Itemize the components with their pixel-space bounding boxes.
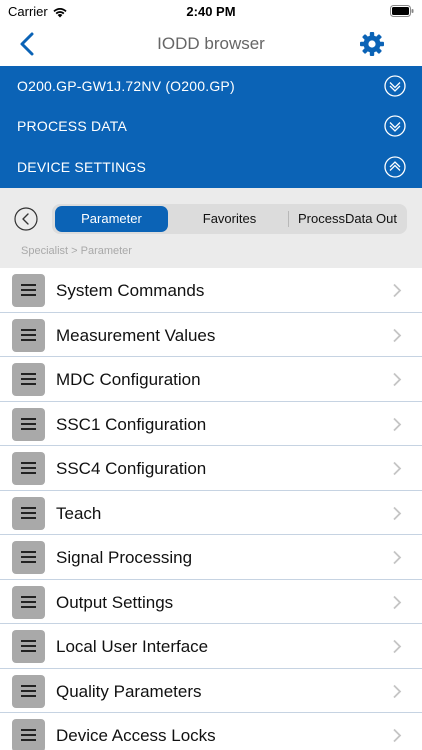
double-chevron-down-icon [384, 115, 406, 137]
breadcrumb: Specialist > Parameter [21, 245, 132, 257]
chevron-right-icon [393, 417, 402, 431]
circle-chevron-left-icon [14, 207, 38, 231]
chevron-right-icon [393, 595, 402, 609]
list-item-label: System Commands [56, 281, 205, 300]
battery-icon [390, 5, 414, 17]
process-data-row[interactable]: PROCESS DATA [0, 106, 422, 146]
chevron-right-icon [393, 550, 402, 565]
double-chevron-up-icon [384, 156, 406, 178]
menu-icon [12, 585, 45, 619]
menu-icon [12, 674, 45, 708]
list-item-output-settings[interactable]: Output Settings [0, 579, 422, 624]
device-settings-row[interactable]: DEVICE SETTINGS [0, 147, 422, 187]
gear-icon [360, 32, 384, 56]
list-item-label: Output Settings [56, 592, 174, 612]
menu-icon [12, 452, 45, 485]
navigation-bar: IODD browser [0, 22, 422, 66]
menu-icon [12, 541, 45, 574]
list-item-label: Teach [56, 503, 102, 523]
list-item-label: Device Access Locks [56, 726, 216, 745]
list-item-label: Quality Parameters [56, 681, 202, 701]
list-item-local-user-interface[interactable]: Local User Interface [0, 624, 422, 669]
chevron-right-icon [393, 461, 402, 476]
list-item-label: MDC Configuration [56, 370, 201, 389]
menu-icon [12, 496, 45, 530]
list-item-quality-parameters[interactable]: Quality Parameters [0, 668, 422, 713]
chevron-right-icon [393, 328, 402, 342]
device-settings-label: DEVICE SETTINGS [17, 159, 147, 175]
segment-back-button[interactable] [14, 207, 38, 231]
chevron-right-icon [393, 506, 402, 520]
double-chevron-down-icon [384, 75, 406, 97]
status-time: 2:40 PM [186, 4, 236, 19]
tab-favorites[interactable]: Favorites [172, 204, 287, 234]
list-item-measurement-values[interactable]: Measurement Values [0, 312, 422, 357]
list-item-ssc4-configuration[interactable]: SSC4 Configuration [0, 446, 422, 491]
list-item-device-access-locks[interactable]: Device Access Locks [0, 713, 422, 750]
menu-icon [12, 363, 45, 396]
menu-icon [12, 630, 45, 663]
chevron-right-icon [393, 684, 402, 698]
parameter-menu-list: System Commands Measurement Values MDC C… [0, 268, 422, 750]
list-item-label: SSC4 Configuration [56, 459, 207, 478]
list-item-label: Signal Processing [56, 548, 193, 567]
menu-icon [12, 407, 45, 441]
list-item-mdc-configuration[interactable]: MDC Configuration [0, 357, 422, 402]
collapse-device-settings-button[interactable] [384, 156, 406, 178]
list-item-ssc1-configuration[interactable]: SSC1 Configuration [0, 401, 422, 446]
tab-bar-area: Parameter Favorites ProcessData Out Spec… [0, 188, 422, 268]
expand-device-button[interactable] [384, 75, 406, 97]
chevron-right-icon [393, 728, 402, 743]
settings-button[interactable] [358, 30, 386, 58]
status-bar: Carrier 2:40 PM [0, 0, 422, 22]
chevron-right-icon [393, 372, 402, 387]
tab-processdata-out[interactable]: ProcessData Out [289, 204, 406, 234]
segmented-control: Parameter Favorites ProcessData Out [52, 204, 407, 234]
menu-icon [12, 719, 45, 750]
process-data-label: PROCESS DATA [17, 118, 128, 134]
menu-icon [12, 318, 45, 352]
chevron-right-icon [393, 283, 402, 298]
list-item-signal-processing[interactable]: Signal Processing [0, 535, 422, 580]
list-item-label: SSC1 Configuration [56, 414, 207, 434]
list-item-label: Local User Interface [56, 637, 209, 656]
list-item-label: Measurement Values [56, 325, 216, 345]
menu-icon [12, 274, 45, 307]
device-header-row[interactable]: O200.GP-GW1J.72NV (O200.GP) [0, 66, 422, 106]
expand-process-data-button[interactable] [384, 115, 406, 137]
list-item-teach[interactable]: Teach [0, 490, 422, 535]
list-item-system-commands[interactable]: System Commands [0, 268, 422, 313]
device-name: O200.GP-GW1J.72NV (O200.GP) [17, 78, 235, 94]
tab-parameter[interactable]: Parameter [55, 206, 168, 232]
chevron-right-icon [393, 639, 402, 654]
device-panel: O200.GP-GW1J.72NV (O200.GP) PROCESS DATA… [0, 66, 422, 188]
